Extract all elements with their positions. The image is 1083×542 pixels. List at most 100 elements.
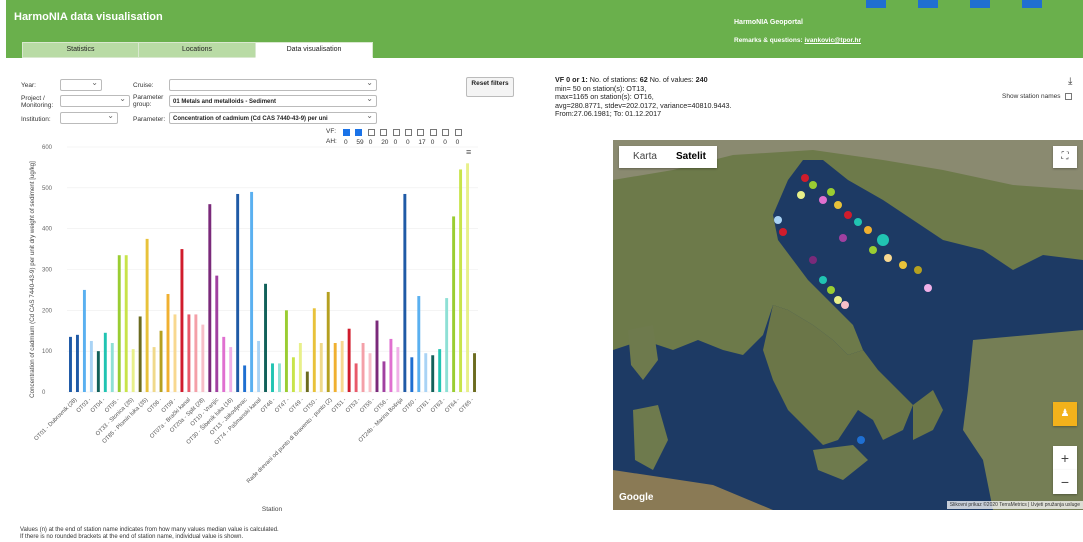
bar bbox=[375, 320, 379, 392]
project-select[interactable] bbox=[60, 95, 130, 107]
street-view-pegman-icon[interactable]: ♟ bbox=[1053, 402, 1077, 426]
tab-statistics[interactable]: Statistics bbox=[22, 42, 139, 58]
zoom-in-button[interactable]: + bbox=[1053, 446, 1077, 470]
institution-select[interactable] bbox=[60, 112, 118, 124]
x-axis-title: Station bbox=[262, 506, 283, 513]
bar bbox=[187, 314, 191, 392]
vf-checkbox[interactable] bbox=[380, 129, 388, 136]
bar bbox=[159, 330, 163, 392]
bar bbox=[82, 289, 86, 392]
bar bbox=[368, 353, 372, 392]
app-title: HarmoNIA data visualisation bbox=[14, 11, 163, 23]
bar bbox=[354, 363, 358, 392]
zoom-out-button[interactable]: − bbox=[1053, 470, 1077, 494]
bar bbox=[396, 347, 400, 392]
bar bbox=[340, 340, 344, 392]
bar bbox=[152, 347, 156, 392]
bar bbox=[257, 340, 261, 392]
bar bbox=[326, 291, 330, 392]
map-attribution: Slikovni prikaz ©2020 TerraMetrics | Uvj… bbox=[946, 501, 1083, 509]
bar bbox=[278, 363, 281, 392]
bar bbox=[236, 193, 240, 392]
fullscreen-icon[interactable]: ⛶ bbox=[1053, 146, 1077, 168]
satellite-tab[interactable]: Satelit bbox=[668, 146, 714, 168]
bar bbox=[201, 324, 205, 392]
geoportal-link[interactable]: HarmoNIA Geoportal bbox=[734, 19, 803, 26]
bar bbox=[361, 343, 365, 392]
footnote-line-2: If there is no rounded brackets at the e… bbox=[20, 534, 244, 540]
bar bbox=[208, 204, 212, 392]
stats-panel: VF 0 or 1: No. of stations: 62 No. of va… bbox=[555, 75, 731, 119]
bar bbox=[243, 365, 247, 392]
bar bbox=[389, 338, 393, 392]
google-logo: Google bbox=[619, 492, 654, 503]
bar bbox=[180, 249, 184, 392]
year-label: Year: bbox=[21, 82, 36, 89]
bar bbox=[271, 363, 274, 392]
bar bbox=[459, 169, 463, 392]
bar bbox=[452, 216, 456, 392]
bar bbox=[250, 191, 254, 392]
remarks-label: Remarks & questions: bbox=[734, 37, 803, 44]
vf-checkbox[interactable] bbox=[417, 129, 425, 136]
project-label: Project / Monitoring: bbox=[21, 95, 54, 109]
deco-bar bbox=[918, 0, 938, 8]
institution-label: Institution: bbox=[21, 116, 51, 123]
vf-checkbox[interactable] bbox=[367, 129, 375, 136]
x-tick-label: OT01 - Dubrovnik (28) bbox=[33, 397, 78, 442]
bar bbox=[445, 298, 449, 392]
y-axis-title: Concentration of cadmium (Cd CAS 7440-43… bbox=[29, 161, 36, 398]
bar bbox=[103, 332, 107, 392]
map-view[interactable]: Karta Satelit ⛶ ♟ + − Google Slikovni pri… bbox=[613, 140, 1083, 510]
bar bbox=[166, 294, 170, 392]
bar-chart: 0 100 200 300 400 500 600 OT01 - Dubrovnik (28)… bbox=[29, 145, 478, 513]
map-tab[interactable]: Karta bbox=[622, 146, 668, 168]
y-tick-label: 100 bbox=[42, 349, 53, 355]
year-select[interactable] bbox=[60, 79, 102, 91]
vf-checkbox[interactable] bbox=[442, 129, 450, 136]
y-tick-label: 600 bbox=[42, 145, 53, 151]
bar bbox=[222, 336, 226, 392]
cruise-select[interactable] bbox=[169, 79, 377, 91]
show-station-names-label: Show station names bbox=[1002, 93, 1061, 101]
vf-checkbox[interactable] bbox=[355, 129, 363, 136]
bar bbox=[466, 163, 470, 392]
footnote-line-1: Values (n) at the end of station name in… bbox=[20, 527, 279, 533]
bar bbox=[284, 310, 288, 392]
show-station-names: Show station names bbox=[1002, 93, 1073, 101]
bar bbox=[319, 343, 323, 392]
bar bbox=[138, 316, 142, 392]
bar bbox=[117, 255, 121, 392]
bar bbox=[89, 340, 93, 392]
bar bbox=[417, 296, 421, 392]
bar bbox=[410, 357, 414, 392]
vf-checkbox[interactable] bbox=[429, 129, 437, 136]
bar bbox=[291, 357, 295, 392]
bar bbox=[312, 308, 316, 392]
vf-checkbox[interactable] bbox=[405, 129, 412, 136]
remarks-email-link[interactable]: ivankovic@tpor.hr bbox=[804, 37, 861, 44]
vf-checkbox[interactable] bbox=[343, 129, 350, 136]
download-icon[interactable]: ⤓ bbox=[1068, 76, 1072, 87]
vf-label: VF: bbox=[326, 128, 337, 135]
vf-checkbox[interactable] bbox=[454, 129, 462, 136]
deco-bar bbox=[970, 0, 990, 8]
tab-data-visualisation[interactable]: Data visualisation bbox=[255, 42, 373, 58]
cruise-label: Cruise: bbox=[133, 82, 154, 89]
tab-locations[interactable]: Locations bbox=[138, 42, 256, 58]
x-tick-label: OT65 - bbox=[458, 397, 475, 414]
vf-checkbox[interactable] bbox=[392, 129, 400, 136]
bar bbox=[131, 349, 135, 392]
remarks: Remarks & questions: ivankovic@tpor.hr bbox=[734, 37, 861, 44]
show-station-names-checkbox[interactable] bbox=[1065, 93, 1073, 100]
bar bbox=[382, 361, 386, 392]
parameter-label: Parameter: bbox=[133, 116, 166, 123]
bar bbox=[75, 334, 79, 392]
bar bbox=[298, 343, 302, 392]
param-group-select[interactable]: 01 Metals and metalloids - Sediment bbox=[169, 95, 377, 107]
reset-filters-button[interactable]: Reset filters bbox=[466, 77, 514, 97]
parameter-select[interactable]: Concentration of cadmium (Cd CAS 7440-43… bbox=[169, 112, 377, 124]
deco-bar bbox=[866, 0, 886, 8]
bar bbox=[333, 343, 337, 392]
bar bbox=[424, 353, 428, 392]
